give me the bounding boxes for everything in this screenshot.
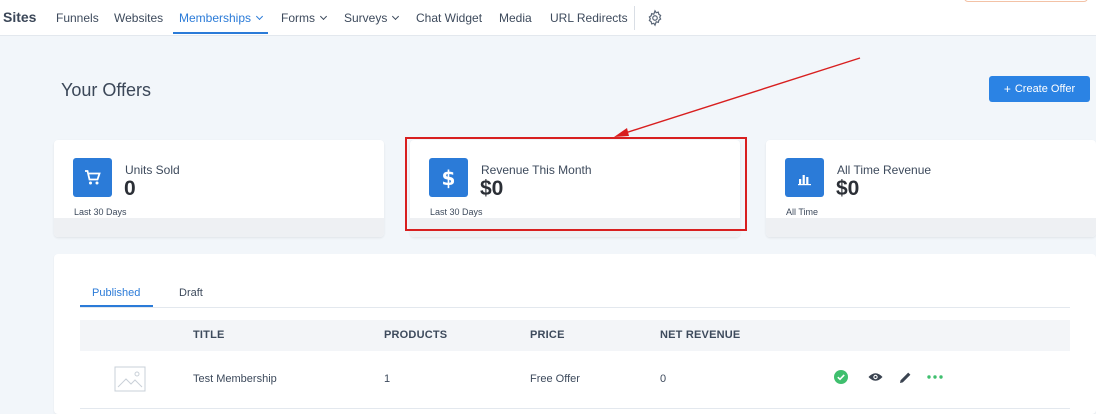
column-header-price: PRICE: [530, 329, 565, 341]
column-header-net-revenue: NET REVENUE: [660, 329, 741, 341]
tab-draft[interactable]: Draft: [179, 287, 203, 299]
tabs-divider: [80, 307, 1070, 308]
more-options-icon[interactable]: [927, 369, 943, 385]
row-title[interactable]: Test Membership: [193, 373, 277, 385]
table-row-divider: [80, 408, 1070, 409]
row-price: Free Offer: [530, 373, 580, 385]
column-header-title: TITLE: [193, 329, 225, 341]
pencil-icon[interactable]: [897, 369, 913, 385]
column-header-products: PRODUCTS: [384, 329, 448, 341]
row-net-revenue: 0: [660, 373, 667, 385]
eye-icon[interactable]: [867, 369, 883, 385]
tab-published[interactable]: Published: [92, 287, 140, 299]
check-circle-icon[interactable]: [833, 369, 849, 385]
row-products: 1: [384, 373, 391, 385]
table-header: [80, 320, 1070, 351]
image-placeholder-icon: [114, 366, 146, 392]
